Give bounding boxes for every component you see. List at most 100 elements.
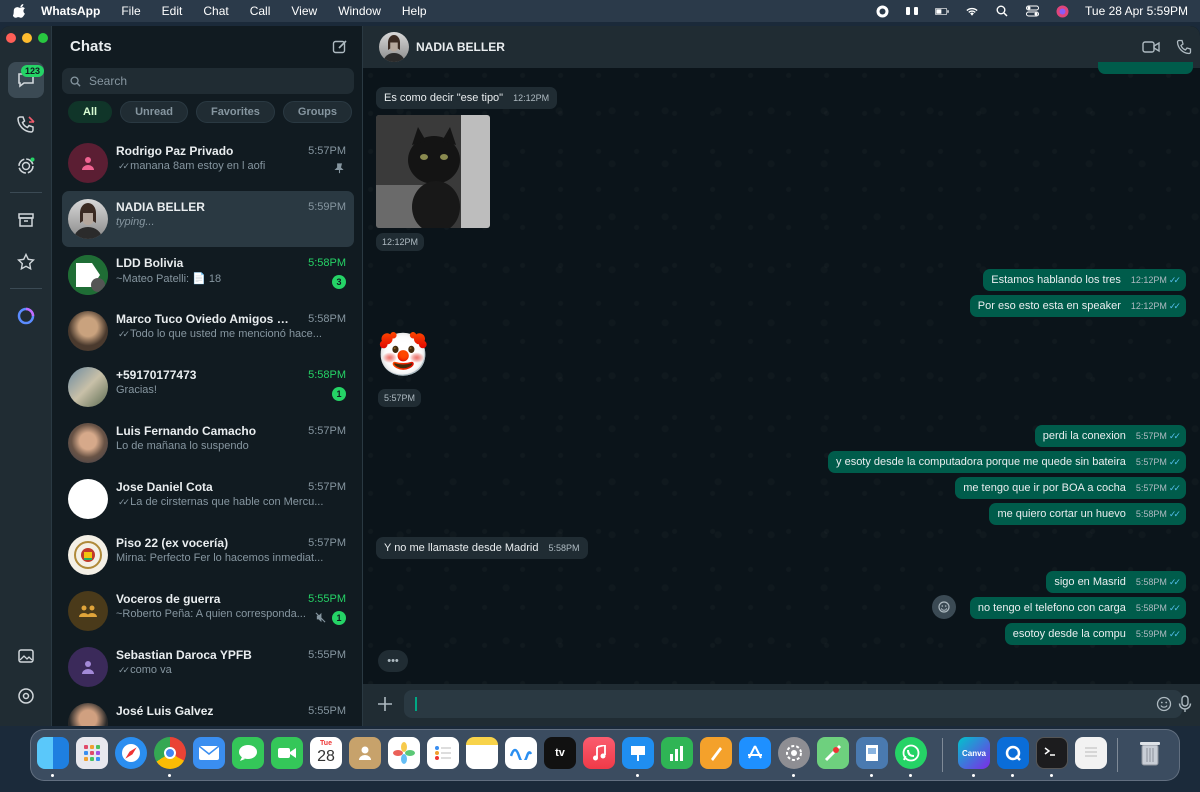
battery-icon[interactable]	[935, 4, 949, 18]
dock-numbers-icon[interactable]	[661, 737, 693, 769]
chat-name: Rodrigo Paz Privado	[116, 144, 234, 158]
zoom-window-button[interactable]	[38, 33, 48, 43]
dock-mail-icon[interactable]	[193, 737, 225, 769]
voice-call-icon[interactable]	[1176, 39, 1192, 55]
message-bubble-outgoing[interactable]: perdi la conexion 5:57PM ✓✓	[1034, 425, 1186, 447]
menubar-clock[interactable]: Tue 28 Apr 5:59PM	[1085, 4, 1188, 18]
message-input[interactable]	[404, 690, 1182, 718]
wifi-icon[interactable]	[965, 4, 979, 18]
dock-pages-icon[interactable]	[700, 737, 732, 769]
search-input[interactable]: Search	[62, 68, 354, 94]
control-center-icon[interactable]	[1025, 4, 1039, 18]
chat-row[interactable]: Jose Daniel Cota 5:57PM ✓✓ La de cirster…	[62, 471, 354, 527]
contact-avatar[interactable]	[379, 32, 409, 62]
rail-media-button[interactable]	[8, 638, 44, 674]
rail-archived-button[interactable]	[8, 202, 44, 238]
menu-file[interactable]: File	[121, 4, 140, 18]
rail-starred-button[interactable]	[8, 244, 44, 280]
filter-favorites[interactable]: Favorites	[195, 101, 275, 123]
close-window-button[interactable]	[6, 33, 16, 43]
rail-chats-button[interactable]: 123	[8, 62, 45, 98]
new-chat-icon[interactable]	[332, 39, 348, 55]
message-bubble-outgoing[interactable]: no tengo el telefono con carga 5:58PM ✓✓	[969, 597, 1186, 619]
message-bubble-outgoing[interactable]: esotoy desde la compu 5:59PM ✓✓	[1004, 623, 1186, 645]
dock-finder-icon[interactable]	[37, 737, 69, 769]
menu-chat[interactable]: Chat	[203, 4, 228, 18]
contact-name[interactable]: NADIA BELLER	[416, 40, 505, 54]
chat-row-active[interactable]: NADIA BELLER 5:59PM typing...	[62, 191, 354, 247]
chat-row[interactable]: Rodrigo Paz Privado 5:57PM ✓✓ manana 8am…	[62, 135, 354, 191]
chat-row[interactable]: LDD Bolivia 5:58PM ~Mateo Patelli: 📄 18 …	[62, 247, 354, 303]
dock-whatsapp-icon[interactable]	[895, 737, 927, 769]
dock-facetime-icon[interactable]	[271, 737, 303, 769]
copilot-status-icon[interactable]	[875, 4, 889, 18]
dock-app-store-icon[interactable]	[739, 737, 771, 769]
dock-safari-icon[interactable]	[115, 737, 147, 769]
dock-messages-icon[interactable]	[232, 737, 264, 769]
message-bubble-clipped[interactable]	[1098, 62, 1193, 74]
react-button[interactable]	[932, 595, 956, 619]
menu-call[interactable]: Call	[250, 4, 271, 18]
message-photo[interactable]	[376, 115, 490, 228]
dock-notes-icon[interactable]	[466, 737, 498, 769]
chat-row[interactable]: Piso 22 (ex vocería) 5:57PM Mirna: Perfe…	[62, 527, 354, 583]
menu-view[interactable]: View	[291, 4, 317, 18]
emoji-message[interactable]: 🤡	[377, 331, 429, 379]
menu-edit[interactable]: Edit	[162, 4, 183, 18]
message-bubble-incoming[interactable]: Es como decir "ese tipo" 12:12PM	[376, 87, 558, 109]
dock-freeform-icon[interactable]	[505, 737, 537, 769]
dock-launchpad-icon[interactable]	[76, 737, 108, 769]
menu-window[interactable]: Window	[338, 4, 381, 18]
filter-unread[interactable]: Unread	[120, 101, 188, 123]
emoji-picker-icon[interactable]	[1156, 696, 1172, 712]
chat-name: +59170177473	[116, 368, 197, 382]
message-bubble-outgoing[interactable]: Por eso esto esta en speaker 12:12PM ✓✓	[969, 295, 1186, 317]
rail-settings-button[interactable]	[8, 678, 44, 714]
dock-textedit-icon[interactable]	[1075, 737, 1107, 769]
dock-terminal-icon[interactable]	[1036, 737, 1068, 769]
dock-apple-tv-icon[interactable]: tv	[544, 737, 576, 769]
dock-system-settings-icon[interactable]	[778, 737, 810, 769]
menu-app-name[interactable]: WhatsApp	[41, 4, 100, 18]
chat-row[interactable]: +59170177473 5:58PM Gracias! 1	[62, 359, 354, 415]
menu-help[interactable]: Help	[402, 4, 427, 18]
message-bubble-outgoing[interactable]: y esoty desde la computadora porque me q…	[828, 451, 1186, 473]
dock-chrome-icon[interactable]	[154, 737, 186, 769]
dock-reminders-icon[interactable]	[427, 737, 459, 769]
siri-icon[interactable]	[1055, 4, 1069, 18]
chat-row[interactable]: Luis Fernando Camacho 5:57PM Lo de mañan…	[62, 415, 354, 471]
conversation-header[interactable]: NADIA BELLER	[363, 26, 1200, 68]
dock-calendar-icon[interactable]: Tue 28	[310, 737, 342, 769]
message-bubble-incoming[interactable]: Y no me llamaste desde Madrid 5:58PM	[376, 537, 588, 559]
attach-plus-icon[interactable]	[376, 695, 394, 713]
dock-canva-icon[interactable]: Canva	[958, 737, 990, 769]
chat-row[interactable]: José Luis Galvez 5:55PM	[62, 695, 354, 726]
chat-row[interactable]: Sebastian Daroca YPFB 5:55PM ✓✓ como va	[62, 639, 354, 695]
message-bubble-outgoing[interactable]: me tengo que ir por BOA a cocha 5:57PM ✓✓	[955, 477, 1186, 499]
chat-time: 5:59PM	[308, 201, 346, 213]
chat-row[interactable]: Marco Tuco Oviedo Amigos Miri... 5:58PM …	[62, 303, 354, 359]
message-bubble-outgoing[interactable]: me quiero cortar un huevo 5:58PM ✓✓	[989, 503, 1186, 525]
spotlight-search-icon[interactable]	[995, 4, 1009, 18]
dock-music-icon[interactable]	[583, 737, 615, 769]
rail-status-button[interactable]	[8, 148, 44, 184]
message-bubble-outgoing[interactable]: sigo en Masrid 5:58PM ✓✓	[1046, 571, 1186, 593]
remote-status-icon[interactable]	[905, 4, 919, 18]
microphone-icon[interactable]	[1178, 695, 1192, 713]
dock-trash-icon[interactable]	[1134, 737, 1166, 769]
rail-calls-button[interactable]	[8, 106, 44, 142]
dock-preview-icon[interactable]	[856, 737, 888, 769]
message-bubble-outgoing[interactable]: Estamos hablando los tres 12:12PM ✓✓	[983, 269, 1186, 291]
minimize-window-button[interactable]	[22, 33, 32, 43]
dock-keynote-icon[interactable]	[622, 737, 654, 769]
video-call-icon[interactable]	[1142, 39, 1160, 55]
filter-groups[interactable]: Groups	[282, 101, 353, 123]
rail-meta-ai-button[interactable]	[8, 298, 44, 334]
apple-menu-icon[interactable]	[13, 4, 27, 18]
filter-all[interactable]: All	[68, 101, 113, 123]
chat-row[interactable]: Voceros de guerra 5:55PM ~Roberto Peña: …	[62, 583, 354, 639]
dock-photos-icon[interactable]	[388, 737, 420, 769]
dock-contacts-icon[interactable]	[349, 737, 381, 769]
dock-maps-icon[interactable]	[817, 737, 849, 769]
dock-quick-assist-icon[interactable]	[997, 737, 1029, 769]
